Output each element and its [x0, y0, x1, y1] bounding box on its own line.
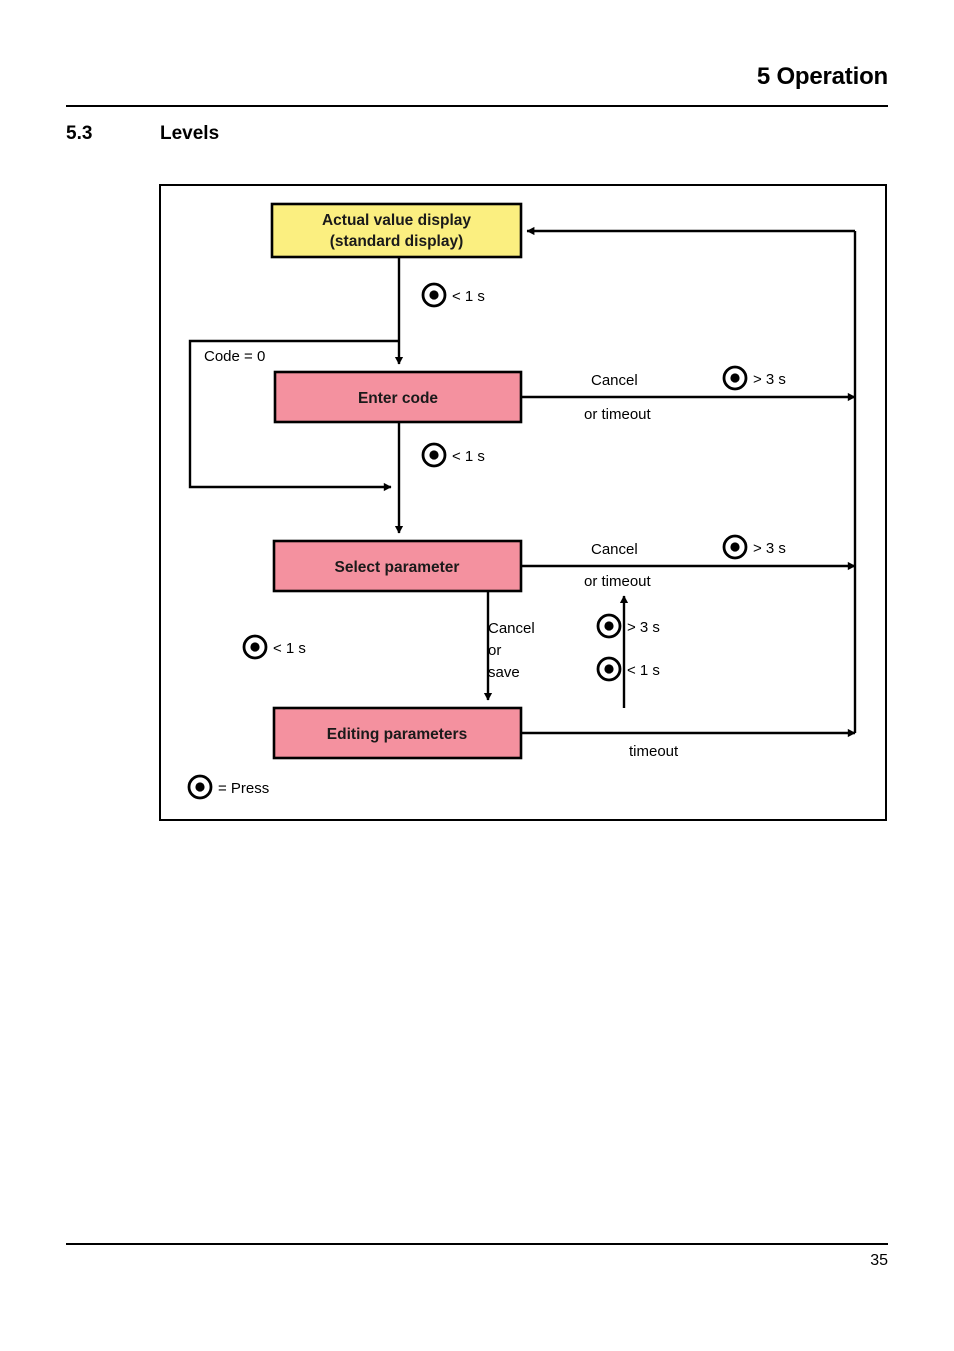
press-button-icon: [421, 282, 447, 308]
press-button-icon: [722, 534, 748, 560]
section-title: Levels: [160, 123, 220, 144]
legend-press-label: = Press: [218, 780, 269, 797]
node-actual-value-display-line2: (standard display): [330, 233, 464, 250]
label-press-long-1: > 3 s: [753, 371, 786, 388]
node-enter-code[interactable]: Enter code: [273, 370, 523, 424]
page-number: 35: [870, 1252, 888, 1269]
press-button-icon: [596, 613, 622, 639]
press-button-icon: [722, 365, 748, 391]
label-or-timeout-1: or timeout: [584, 406, 652, 423]
node-select-parameter-label: Select parameter: [335, 559, 460, 576]
page-header: 5 Operation: [66, 62, 888, 92]
press-button-icon: [242, 634, 268, 660]
node-actual-value-display-line1: Actual value display: [322, 212, 471, 229]
label-or-timeout-2: or timeout: [584, 573, 652, 590]
press-button-icon: [596, 656, 622, 682]
label-press-long-3: > 3 s: [627, 619, 660, 636]
node-editing-parameters-label: Editing parameters: [327, 726, 467, 743]
chapter-title: 5 Operation: [756, 63, 888, 90]
label-press-short-3: < 1 s: [273, 640, 306, 657]
label-timeout: timeout: [629, 743, 679, 760]
label-code-zero: Code = 0: [204, 348, 265, 365]
press-button-icon: [421, 442, 447, 468]
node-select-parameter[interactable]: Select parameter: [272, 539, 523, 593]
label-cancel-2: Cancel: [591, 541, 638, 558]
diagram-frame: [159, 184, 887, 821]
legend-press: = Press: [187, 774, 269, 800]
label-press-long-2: > 3 s: [753, 540, 786, 557]
label-cancel-or-save-line3: save: [488, 664, 520, 681]
label-cancel-1: Cancel: [591, 372, 638, 389]
label-press-short-1: < 1 s: [452, 288, 485, 305]
section-heading: 5.3 Levels: [66, 123, 666, 153]
label-cancel-or-save-line1: Cancel: [488, 620, 535, 637]
label-press-short-4: < 1 s: [627, 662, 660, 679]
node-actual-value-display[interactable]: Actual value display (standard display): [270, 202, 523, 259]
footer-divider: [66, 1243, 888, 1245]
header-divider: [66, 105, 888, 107]
levels-flow-diagram: Actual value display (standard display) …: [159, 184, 887, 821]
node-editing-parameters[interactable]: Editing parameters: [272, 706, 523, 760]
label-press-short-2: < 1 s: [452, 448, 485, 465]
node-enter-code-label: Enter code: [358, 390, 438, 407]
label-cancel-or-save-line2: or: [488, 642, 501, 659]
section-number: 5.3: [66, 123, 93, 144]
press-button-icon: [187, 774, 213, 800]
